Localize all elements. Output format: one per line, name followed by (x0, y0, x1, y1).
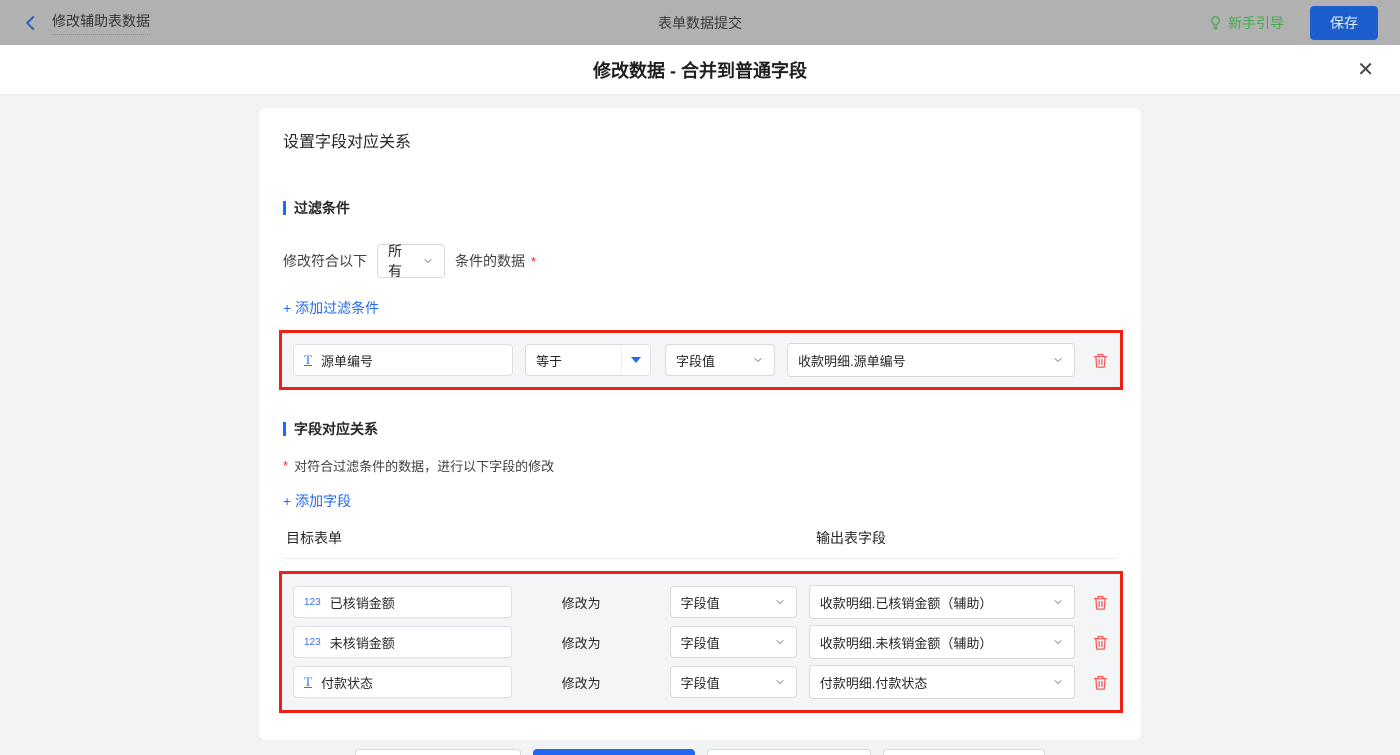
chevron-down-icon (424, 259, 432, 263)
next-step-button[interactable]: 下一步：设置新增数据 (707, 749, 871, 755)
finish-button[interactable]: 完成 (533, 749, 695, 755)
delete-row-icon[interactable] (1092, 352, 1109, 369)
chevron-down-icon (776, 680, 784, 684)
output-field-select[interactable]: 付款明细.付款状态 (808, 665, 1075, 699)
section-accent-bar (283, 422, 286, 436)
operator-select[interactable]: 等于 (525, 344, 621, 376)
dialog-footer: 上一步：设置触发动作 完成 下一步：设置新增数据 其他设置 (259, 735, 1141, 755)
mapping-annotation-box: 123 已核销金额 修改为 字段值 收款明细.已核销金额（辅助） 123 未核销… (279, 571, 1123, 713)
modify-to-label: 修改为 (561, 595, 601, 611)
output-field-value: 付款明细.付款状态 (819, 675, 928, 691)
filter-condition-row: T 源单编号 等于 字段值 收款明细.源单编号 (293, 343, 1109, 377)
target-form-column-header: 目标表单 (286, 530, 342, 546)
beginner-guide-link[interactable]: 新手引导 (1208, 13, 1284, 33)
delete-row-icon[interactable] (1092, 594, 1109, 611)
card-section-title: 设置字段对应关系 (283, 134, 412, 151)
value-type-select[interactable]: 字段值 (669, 666, 797, 698)
mapping-description-text: 对符合过滤条件的数据，进行以下字段的修改 (294, 459, 555, 474)
back-nav[interactable]: 修改辅助表数据 (22, 11, 150, 35)
operator-value: 等于 (536, 353, 563, 369)
value-type-select[interactable]: 字段值 (665, 344, 775, 376)
add-filter-condition-link[interactable]: + 添加过滤条件 (283, 298, 379, 318)
filter-value: 收款明细.源单编号 (798, 353, 906, 369)
lightbulb-icon (1211, 16, 1220, 30)
chevron-down-icon (776, 640, 784, 644)
text-field-icon: T (304, 352, 312, 367)
output-field-column-header: 输出表字段 (816, 530, 886, 546)
match-mode-value: 所有 (388, 243, 402, 279)
target-field-input[interactable]: 123 已核销金额 (293, 586, 512, 618)
dialog-header: 修改数据 - 合并到普通字段 ✕ (0, 45, 1400, 95)
value-type-value: 字段值 (676, 353, 716, 369)
page-title[interactable]: 修改辅助表数据 (52, 11, 150, 35)
mapping-row: 123 已核销金额 修改为 字段值 收款明细.已核销金额（辅助） (293, 585, 1109, 619)
delete-row-icon[interactable] (1092, 634, 1109, 651)
mapping-section-label: 字段对应关系 (294, 421, 378, 437)
required-asterisk: * (283, 458, 289, 473)
value-type-value: 字段值 (680, 595, 720, 611)
save-button[interactable]: 保存 (1310, 5, 1378, 40)
filter-match-row: 修改符合以下 所有 条件的数据 * (283, 243, 1117, 279)
previous-step-button[interactable]: 上一步：设置触发动作 (355, 749, 521, 755)
filter-section-label: 过滤条件 (294, 200, 350, 216)
mapping-section-title: 字段对应关系 (283, 419, 1117, 439)
breadcrumb-title: 表单数据提交 (658, 14, 742, 31)
match-suffix-label: 条件的数据 (455, 253, 525, 269)
target-field-input[interactable]: T 付款状态 (293, 666, 512, 698)
modify-to-label: 修改为 (561, 635, 601, 651)
chevron-left-icon[interactable] (22, 14, 40, 32)
delete-row-icon[interactable] (1092, 674, 1109, 691)
filter-field-value: 源单编号 (320, 353, 373, 369)
output-field-select[interactable]: 收款明细.未核销金额（辅助） (808, 625, 1075, 659)
filter-value-select[interactable]: 收款明细.源单编号 (787, 343, 1075, 377)
filter-field-input[interactable]: T 源单编号 (293, 344, 513, 376)
settings-card: 设置字段对应关系 过滤条件 修改符合以下 所有 条件的数据 * + 添加过滤条件 (259, 108, 1141, 755)
value-type-select[interactable]: 字段值 (669, 586, 797, 618)
number-field-icon: 123 (304, 596, 321, 608)
add-field-link[interactable]: + 添加字段 (283, 491, 351, 511)
chevron-down-icon (1054, 680, 1062, 684)
target-field-value: 未核销金额 (329, 635, 395, 651)
dialog-body: 设置字段对应关系 过滤条件 修改符合以下 所有 条件的数据 * + 添加过滤条件 (0, 95, 1400, 755)
required-asterisk: * (531, 253, 537, 269)
chevron-down-icon (1054, 600, 1062, 604)
chevron-down-icon (1054, 358, 1062, 362)
mapping-row: 123 未核销金额 修改为 字段值 收款明细.未核销金额（辅助） (293, 625, 1109, 659)
mapping-row: T 付款状态 修改为 字段值 付款明细.付款状态 (293, 665, 1109, 699)
mapping-description: * 对符合过滤条件的数据，进行以下字段的修改 (283, 456, 1117, 475)
value-type-select[interactable]: 字段值 (669, 626, 797, 658)
section-accent-bar (283, 201, 286, 215)
chevron-down-icon (776, 600, 784, 604)
other-settings-button[interactable]: 其他设置 (883, 749, 1045, 755)
filter-annotation-box: T 源单编号 等于 字段值 收款明细.源单编号 (279, 330, 1123, 390)
output-field-value: 收款明细.未核销金额（辅助） (819, 635, 993, 651)
filter-section-title: 过滤条件 (283, 198, 1117, 218)
target-field-input[interactable]: 123 未核销金额 (293, 626, 512, 658)
number-field-icon: 123 (304, 636, 321, 648)
output-field-select[interactable]: 收款明细.已核销金额（辅助） (808, 585, 1075, 619)
operator-caret-button[interactable] (621, 344, 651, 376)
value-type-value: 字段值 (680, 675, 720, 691)
beginner-guide-label: 新手引导 (1228, 14, 1284, 31)
output-field-value: 收款明细.已核销金额（辅助） (819, 595, 993, 611)
caret-down-icon (631, 357, 641, 363)
target-field-value: 付款状态 (320, 675, 373, 691)
dialog-title: 修改数据 - 合并到普通字段 (593, 60, 807, 81)
chevron-down-icon (754, 358, 762, 362)
target-field-value: 已核销金额 (329, 595, 395, 611)
text-field-icon: T (304, 674, 312, 689)
close-icon[interactable]: ✕ (1357, 60, 1374, 80)
value-type-value: 字段值 (680, 635, 720, 651)
top-bar: 修改辅助表数据 表单数据提交 新手引导 保存 (0, 0, 1400, 45)
divider (283, 558, 1117, 559)
match-mode-select[interactable]: 所有 (377, 243, 445, 279)
match-prefix-label: 修改符合以下 (283, 253, 367, 269)
modify-to-label: 修改为 (561, 675, 601, 691)
chevron-down-icon (1054, 640, 1062, 644)
mapping-table-header: 目标表单 输出表字段 (283, 528, 1117, 548)
